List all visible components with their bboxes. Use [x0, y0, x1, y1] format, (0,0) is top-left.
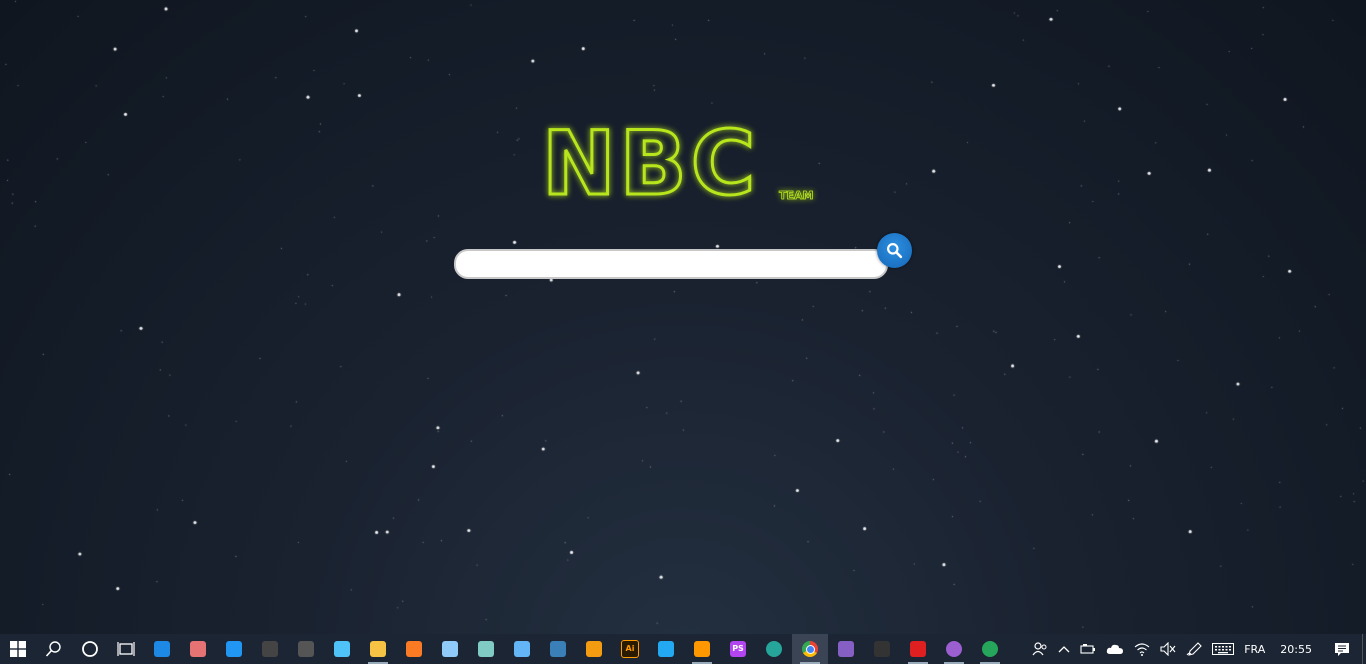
illustrator-icon: Ai: [621, 640, 639, 658]
language-indicator[interactable]: FRA: [1239, 634, 1270, 664]
cortana-circle-icon: [81, 640, 99, 658]
taskbar-terminal-button[interactable]: [864, 634, 900, 664]
id-card-icon: [334, 641, 350, 657]
taskbar-app-globe-button[interactable]: [756, 634, 792, 664]
taskbar-app-doc-button[interactable]: [468, 634, 504, 664]
windows-start-icon: [10, 641, 26, 657]
cloud-icon[interactable]: [1101, 634, 1129, 664]
taskbar-illustrator-button[interactable]: Ai: [612, 634, 648, 664]
task-view-icon: [117, 641, 135, 657]
taskbar-mysql-workbench-button[interactable]: [540, 634, 576, 664]
starfield-background: [0, 0, 1366, 634]
taskbar-app-id-button[interactable]: [324, 634, 360, 664]
fl-studio-icon: [586, 641, 602, 657]
store-icon: [154, 641, 170, 657]
visual-studio-icon: [838, 641, 854, 657]
globe-app-icon: [766, 641, 782, 657]
vscode-icon: [658, 641, 674, 657]
taskbar-visual-studio-button[interactable]: [828, 634, 864, 664]
taskbar-app-news-button[interactable]: [504, 634, 540, 664]
taskbar-calculator-button[interactable]: [252, 634, 288, 664]
search-icon: [45, 640, 63, 658]
taskbar-app-window-button[interactable]: [432, 634, 468, 664]
terminal-icon: [874, 641, 890, 657]
chevron-up-icon[interactable]: [1053, 634, 1075, 664]
taskbar-vscode-button[interactable]: [648, 634, 684, 664]
nbc-team-logo: NBC TEAM: [538, 112, 828, 212]
pen-icon[interactable]: [1181, 634, 1207, 664]
notification-icon: [1335, 642, 1349, 656]
volume-muted-icon[interactable]: [1155, 634, 1181, 664]
taskbar: Ai PS FRA 20:55: [0, 634, 1366, 664]
sublime-text-icon: [694, 641, 710, 657]
battery-icon[interactable]: [1075, 634, 1101, 664]
notification-center-button[interactable]: [1322, 634, 1362, 664]
taskbar-app-diamond-button[interactable]: [216, 634, 252, 664]
taskbar-chrome-button[interactable]: [792, 634, 828, 664]
taskbar-paint-button[interactable]: [180, 634, 216, 664]
search-bar: [454, 233, 924, 281]
taskbar-xampp-button[interactable]: [396, 634, 432, 664]
taskbar-cortana-button[interactable]: [72, 634, 108, 664]
window-app-icon: [442, 641, 458, 657]
phpstorm-icon: PS: [730, 641, 746, 657]
calculator-icon: [262, 641, 278, 657]
folder-icon: [370, 641, 386, 657]
people-icon[interactable]: [1027, 634, 1053, 664]
wifi-icon[interactable]: [1129, 634, 1155, 664]
taskbar-fl-studio-button[interactable]: [576, 634, 612, 664]
taskbar-phpstorm-button[interactable]: PS: [720, 634, 756, 664]
taskbar-task-view-button[interactable]: [108, 634, 144, 664]
chrome-icon: [802, 641, 818, 657]
taskbar-acrobat-button[interactable]: [900, 634, 936, 664]
start-button[interactable]: [0, 634, 36, 664]
logo-subtext: TEAM: [779, 189, 813, 202]
taskbar-remote-button[interactable]: [288, 634, 324, 664]
purple-app-icon: [946, 641, 962, 657]
taskbar-sublime-button[interactable]: [684, 634, 720, 664]
xampp-icon: [406, 641, 422, 657]
show-desktop-button[interactable]: [1362, 634, 1366, 664]
taskbar-store-button[interactable]: [144, 634, 180, 664]
paint-icon: [190, 641, 206, 657]
remote-icon: [298, 641, 314, 657]
news-app-icon: [514, 641, 530, 657]
taskbar-app-purple-button[interactable]: [936, 634, 972, 664]
system-tray: FRA 20:55: [1027, 634, 1366, 664]
acrobat-icon: [910, 641, 926, 657]
taskbar-search-button[interactable]: [36, 634, 72, 664]
logo-text: NBC: [542, 112, 759, 212]
taskbar-file-explorer-button[interactable]: [360, 634, 396, 664]
search-button[interactable]: [877, 233, 912, 268]
illustrator-label: Ai: [625, 644, 635, 653]
keyboard-icon[interactable]: [1207, 634, 1239, 664]
workbench-icon: [550, 641, 566, 657]
search-input[interactable]: [454, 249, 888, 279]
clock[interactable]: 20:55: [1270, 634, 1322, 664]
search-icon: [887, 243, 903, 259]
language-label: FRA: [1244, 642, 1266, 656]
green-app-icon: [982, 641, 998, 657]
document-app-icon: [478, 641, 494, 657]
diamond-app-icon: [226, 641, 242, 657]
taskbar-app-green-button[interactable]: [972, 634, 1008, 664]
clock-time: 20:55: [1280, 642, 1312, 656]
phpstorm-label: PS: [732, 644, 744, 653]
